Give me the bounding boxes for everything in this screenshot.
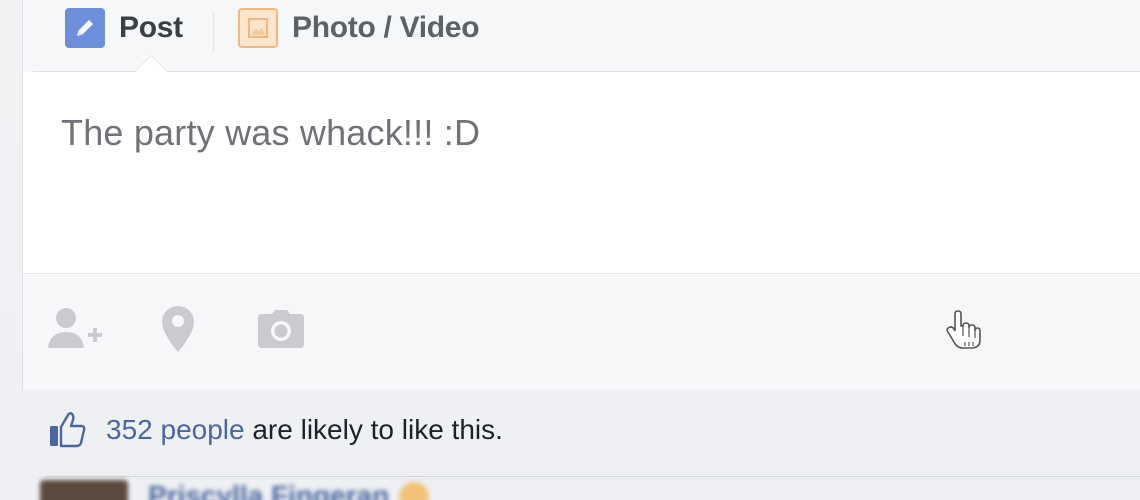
tab-divider (213, 12, 214, 52)
tab-post-label: Post (119, 11, 183, 44)
tag-friends-button[interactable] (47, 304, 107, 354)
likes-rest-text: are likely to like this. (244, 414, 503, 445)
likes-text: 352 people are likely to like this. (106, 414, 503, 446)
thumbs-up-icon (50, 412, 86, 448)
camera-button[interactable] (255, 304, 307, 354)
commenter-row: Priscylla Fingeran (40, 480, 430, 500)
photo-icon (238, 8, 278, 48)
post-composer: Post Photo / Video The party was whack!!… (22, 0, 1140, 390)
page: Post Photo / Video The party was whack!!… (0, 0, 1140, 500)
active-tab-caret (133, 55, 169, 73)
location-button[interactable] (158, 304, 198, 354)
pencil-icon (65, 8, 105, 48)
tag-friends-icon (48, 308, 102, 348)
post-text: The party was whack!!! :D (61, 112, 481, 153)
composer-tabs: Post Photo / Video (33, 0, 1140, 73)
tab-photo-video[interactable]: Photo / Video (238, 6, 480, 50)
post-textarea[interactable]: The party was whack!!! :D (23, 72, 1140, 274)
composer-toolbar (23, 274, 1140, 390)
likes-count-link[interactable]: 352 people (106, 414, 245, 445)
camera-icon (258, 310, 304, 348)
pointer-hand-icon (946, 310, 981, 349)
likes-summary: 352 people are likely to like this. (48, 412, 503, 448)
tab-photo-video-label: Photo / Video (292, 11, 480, 44)
avatar[interactable] (40, 480, 128, 500)
commenter-name[interactable]: Priscylla Fingeran (148, 480, 389, 500)
badge-icon (399, 482, 430, 500)
location-pin-icon (162, 306, 194, 352)
tab-post[interactable]: Post (65, 6, 183, 50)
divider (46, 476, 1140, 477)
